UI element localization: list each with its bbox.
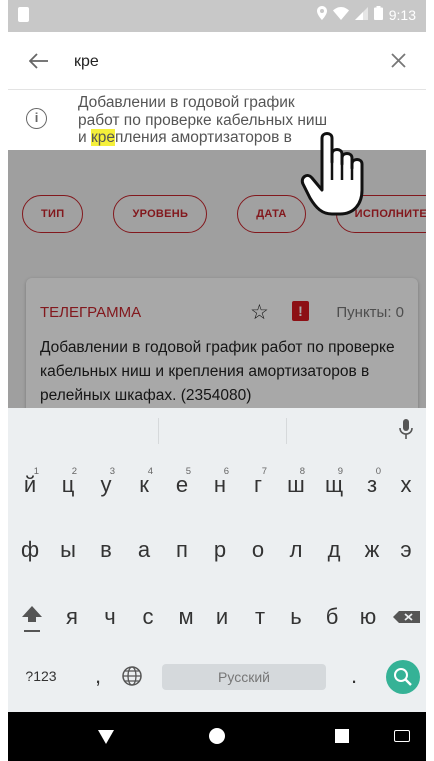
globe-icon[interactable] <box>120 664 144 688</box>
backspace-icon <box>393 611 420 623</box>
info-icon: i <box>26 108 47 129</box>
hand-pointer-icon <box>300 132 364 216</box>
symbols-key[interactable]: ?123 <box>16 658 66 694</box>
suggestion-line-2: работ по проверке кабельных ниш <box>78 111 328 129</box>
shift-icon <box>22 606 42 632</box>
key[interactable]: б <box>312 592 352 642</box>
key[interactable]: ч <box>90 592 130 642</box>
suggestion-line-3-end: пления амортизаторов в <box>115 129 292 146</box>
key[interactable]: щ9 <box>314 460 354 510</box>
keyboard-switch-icon[interactable] <box>394 730 410 742</box>
key-hint: 2 <box>71 466 77 477</box>
key[interactable]: т <box>240 592 280 642</box>
key[interactable]: э <box>386 525 426 575</box>
battery-icon <box>373 6 383 23</box>
key[interactable]: п <box>162 525 202 575</box>
key[interactable]: р <box>200 525 240 575</box>
key[interactable]: о <box>238 525 278 575</box>
key[interactable]: к4 <box>124 460 164 510</box>
microphone-icon[interactable] <box>398 418 414 442</box>
key[interactable]: ц2 <box>48 460 88 510</box>
key[interactable]: в <box>86 525 126 575</box>
navigation-bar <box>8 712 426 761</box>
search-icon <box>394 668 412 686</box>
suggestion-line-3-start: и <box>78 129 91 146</box>
key[interactable]: я <box>52 592 92 642</box>
key[interactable]: й1 <box>10 460 50 510</box>
close-icon <box>390 53 406 68</box>
suggestion-line-1: Добавлении в годовой график <box>78 94 295 111</box>
status-bar: 9:13 <box>8 0 426 32</box>
nav-back-icon[interactable] <box>98 730 114 744</box>
key[interactable]: х <box>386 460 426 510</box>
suggestion-strip <box>8 408 426 452</box>
key[interactable]: а <box>124 525 164 575</box>
key-hint: 9 <box>337 466 343 477</box>
key-hint: 4 <box>147 466 153 477</box>
query-highlight: кре <box>90 129 115 146</box>
key[interactable]: н6 <box>200 460 240 510</box>
key[interactable]: е5 <box>162 460 202 510</box>
key[interactable]: л <box>276 525 316 575</box>
key-hint: 6 <box>223 466 229 477</box>
sim-card-icon <box>18 7 29 22</box>
key[interactable]: д <box>314 525 354 575</box>
key[interactable]: ь <box>276 592 316 642</box>
location-icon <box>316 6 327 23</box>
shift-key[interactable] <box>12 592 52 642</box>
space-key[interactable]: Русский <box>162 664 326 690</box>
key[interactable]: и <box>202 592 242 642</box>
comma-key[interactable]: , <box>88 658 108 694</box>
strip-divider <box>158 418 159 444</box>
key-hint: 7 <box>261 466 267 477</box>
nav-recents-icon[interactable] <box>335 729 349 743</box>
key-hint: 3 <box>109 466 115 477</box>
search-action-key[interactable] <box>386 660 420 694</box>
key-hint: 1 <box>33 466 39 477</box>
key[interactable]: с <box>128 592 168 642</box>
key[interactable]: ы <box>48 525 88 575</box>
key-hint: 8 <box>299 466 305 477</box>
key-hint: 0 <box>375 466 381 477</box>
key-label: х <box>400 472 412 497</box>
period-key[interactable]: . <box>344 658 364 694</box>
wifi-icon <box>332 6 349 23</box>
key[interactable]: г7 <box>238 460 278 510</box>
soft-keyboard: й1 ц2 у3 к4 е5 н6 г7 ш8 щ9 з0 х ф ы в а … <box>8 408 426 712</box>
key-hint: 5 <box>185 466 191 477</box>
search-bar <box>8 32 426 90</box>
key[interactable]: м <box>166 592 206 642</box>
arrow-left-icon <box>28 53 48 69</box>
backspace-key[interactable] <box>386 592 426 642</box>
key[interactable]: у3 <box>86 460 126 510</box>
clear-button[interactable] <box>384 47 412 75</box>
key[interactable]: ш8 <box>276 460 316 510</box>
strip-divider <box>286 418 287 444</box>
signal-icon <box>354 6 368 23</box>
nav-home-icon[interactable] <box>209 728 225 744</box>
status-icons: 9:13 <box>316 6 416 23</box>
key[interactable]: ф <box>10 525 50 575</box>
search-input[interactable] <box>74 50 364 74</box>
back-button[interactable] <box>26 48 52 74</box>
key[interactable]: ю <box>348 592 388 642</box>
clock: 9:13 <box>388 6 416 23</box>
